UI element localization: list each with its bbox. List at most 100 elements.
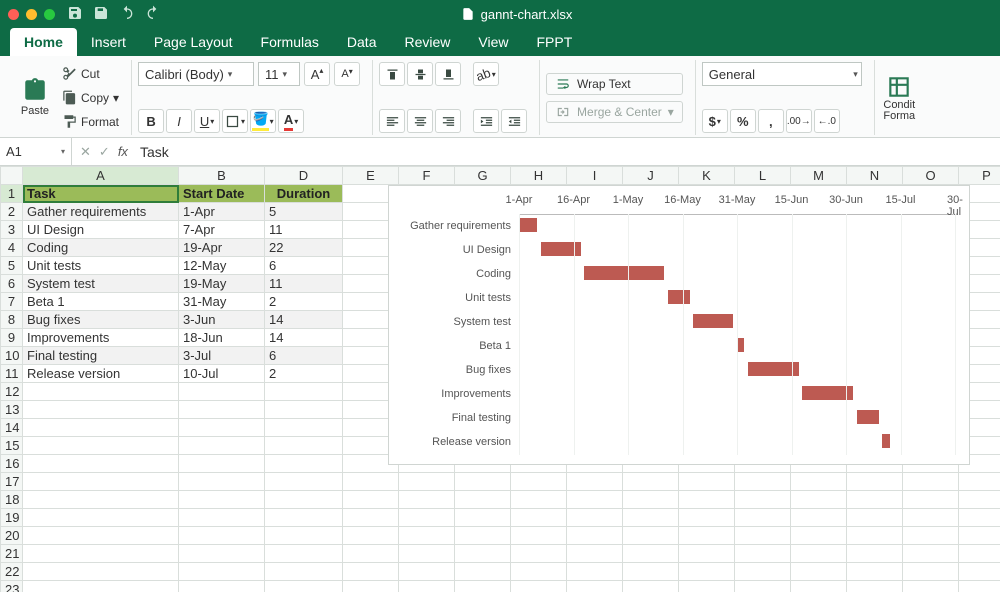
col-E[interactable]: E bbox=[343, 167, 399, 185]
currency-button[interactable]: $▾ bbox=[702, 109, 728, 133]
cell[interactable]: 5 bbox=[265, 203, 343, 221]
cell[interactable]: 6 bbox=[265, 347, 343, 365]
cell[interactable] bbox=[903, 527, 959, 545]
fill-color-button[interactable]: 🪣▾ bbox=[250, 109, 276, 133]
cell[interactable]: Bug fixes bbox=[23, 311, 179, 329]
row-header-13[interactable]: 13 bbox=[1, 401, 23, 419]
cell[interactable] bbox=[23, 455, 179, 473]
row-19[interactable]: 19 bbox=[1, 509, 1000, 527]
cell[interactable] bbox=[847, 581, 903, 592]
cell[interactable] bbox=[959, 509, 1000, 527]
cell[interactable]: 31-May bbox=[179, 293, 265, 311]
tab-fppt[interactable]: FPPT bbox=[522, 28, 586, 56]
cell[interactable] bbox=[791, 473, 847, 491]
cell[interactable] bbox=[511, 491, 567, 509]
redo-icon[interactable] bbox=[145, 5, 161, 24]
cell[interactable]: 6 bbox=[265, 257, 343, 275]
cell[interactable] bbox=[679, 527, 735, 545]
cell[interactable] bbox=[623, 509, 679, 527]
cut-button[interactable]: Cut bbox=[62, 63, 119, 85]
cell[interactable] bbox=[959, 563, 1000, 581]
close-window-icon[interactable] bbox=[8, 9, 19, 20]
cell[interactable]: Gather requirements bbox=[23, 203, 179, 221]
cell[interactable]: Final testing bbox=[23, 347, 179, 365]
cell[interactable] bbox=[179, 581, 265, 592]
cell[interactable] bbox=[265, 581, 343, 592]
tab-insert[interactable]: Insert bbox=[77, 28, 140, 56]
cell[interactable] bbox=[455, 527, 511, 545]
cell[interactable] bbox=[265, 383, 343, 401]
cell[interactable] bbox=[179, 401, 265, 419]
cell[interactable] bbox=[511, 509, 567, 527]
row-header-4[interactable]: 4 bbox=[1, 239, 23, 257]
column-headers[interactable]: A B D E F G H I J K L M N O P bbox=[1, 167, 1000, 185]
cell[interactable] bbox=[265, 419, 343, 437]
col-I[interactable]: I bbox=[567, 167, 623, 185]
cell[interactable]: Start Date bbox=[179, 185, 265, 203]
cell[interactable] bbox=[179, 383, 265, 401]
decrease-indent-button[interactable] bbox=[473, 109, 499, 133]
tab-review[interactable]: Review bbox=[390, 28, 464, 56]
cell[interactable] bbox=[847, 473, 903, 491]
col-B[interactable]: B bbox=[179, 167, 265, 185]
cell[interactable] bbox=[847, 527, 903, 545]
col-K[interactable]: K bbox=[679, 167, 735, 185]
row-header-12[interactable]: 12 bbox=[1, 383, 23, 401]
cell[interactable] bbox=[959, 473, 1000, 491]
cell[interactable] bbox=[847, 509, 903, 527]
cell[interactable] bbox=[343, 581, 399, 592]
col-J[interactable]: J bbox=[623, 167, 679, 185]
tab-page-layout[interactable]: Page Layout bbox=[140, 28, 247, 56]
cell[interactable] bbox=[23, 473, 179, 491]
row-header-7[interactable]: 7 bbox=[1, 293, 23, 311]
row-header-1[interactable]: 1 bbox=[1, 185, 23, 203]
cell[interactable] bbox=[179, 527, 265, 545]
cell[interactable]: 18-Jun bbox=[179, 329, 265, 347]
cell[interactable] bbox=[179, 419, 265, 437]
cell[interactable] bbox=[399, 545, 455, 563]
row-header-2[interactable]: 2 bbox=[1, 203, 23, 221]
gantt-chart[interactable]: 1-Apr16-Apr1-May16-May31-May15-Jun30-Jun… bbox=[388, 185, 970, 465]
col-H[interactable]: H bbox=[511, 167, 567, 185]
cell[interactable] bbox=[623, 527, 679, 545]
underline-button[interactable]: U▾ bbox=[194, 109, 220, 133]
conditional-format-icon[interactable] bbox=[886, 74, 912, 100]
row-22[interactable]: 22 bbox=[1, 563, 1000, 581]
cell[interactable]: UI Design bbox=[23, 221, 179, 239]
cell[interactable] bbox=[399, 527, 455, 545]
tab-view[interactable]: View bbox=[464, 28, 522, 56]
cell[interactable] bbox=[265, 473, 343, 491]
increase-decimal-button[interactable]: .00→ bbox=[786, 109, 812, 133]
cell[interactable] bbox=[265, 437, 343, 455]
increase-indent-button[interactable] bbox=[501, 109, 527, 133]
bold-button[interactable]: B bbox=[138, 109, 164, 133]
cell[interactable]: Unit tests bbox=[23, 257, 179, 275]
cell[interactable] bbox=[847, 563, 903, 581]
cell[interactable] bbox=[23, 527, 179, 545]
row-header-19[interactable]: 19 bbox=[1, 509, 23, 527]
cell[interactable] bbox=[23, 401, 179, 419]
cell[interactable]: Task bbox=[23, 185, 179, 203]
cell[interactable] bbox=[623, 563, 679, 581]
cell[interactable] bbox=[735, 545, 791, 563]
cell[interactable] bbox=[567, 509, 623, 527]
cell[interactable]: 7-Apr bbox=[179, 221, 265, 239]
cell[interactable] bbox=[343, 509, 399, 527]
cell[interactable] bbox=[455, 491, 511, 509]
zoom-window-icon[interactable] bbox=[44, 9, 55, 20]
cell[interactable] bbox=[847, 491, 903, 509]
cancel-formula-icon[interactable]: ✕ bbox=[80, 144, 91, 160]
cell[interactable] bbox=[959, 491, 1000, 509]
cell[interactable] bbox=[903, 491, 959, 509]
cell[interactable] bbox=[343, 527, 399, 545]
align-top-button[interactable] bbox=[379, 62, 405, 86]
cell[interactable] bbox=[791, 563, 847, 581]
cell[interactable] bbox=[265, 509, 343, 527]
cell[interactable] bbox=[679, 545, 735, 563]
row-23[interactable]: 23 bbox=[1, 581, 1000, 592]
cell[interactable]: 12-May bbox=[179, 257, 265, 275]
cell[interactable] bbox=[23, 383, 179, 401]
cell[interactable] bbox=[791, 581, 847, 592]
col-M[interactable]: M bbox=[791, 167, 847, 185]
cell[interactable] bbox=[679, 563, 735, 581]
